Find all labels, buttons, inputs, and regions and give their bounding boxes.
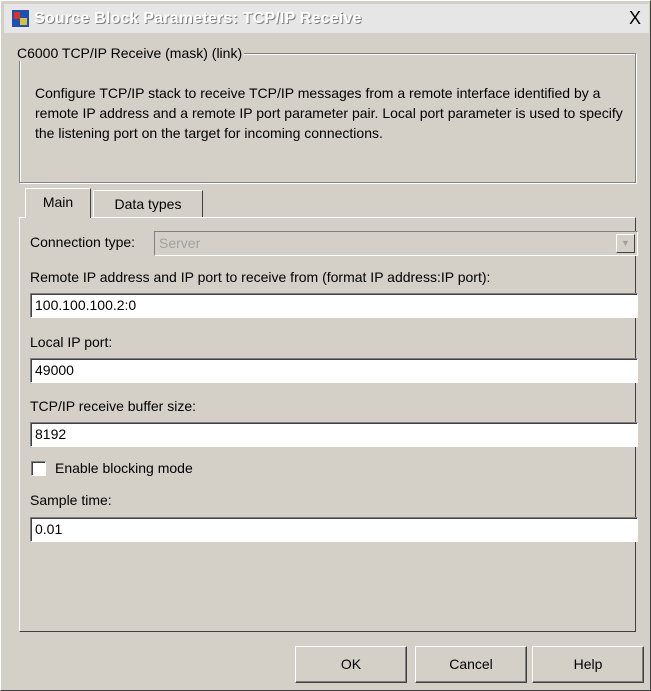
buffer-size-field[interactable]: 8192 [30,422,638,447]
window-title: Source Block Parameters: TCP/IP Receive [34,9,362,27]
connection-type-select[interactable]: Server ▼ [154,231,638,256]
tab-data-types[interactable]: Data types [93,190,203,218]
chevron-down-icon[interactable]: ▼ [616,234,635,253]
title-bar[interactable]: Source Block Parameters: TCP/IP Receive … [4,4,649,33]
description-text: Configure TCP/IP stack to receive TCP/IP… [35,85,623,141]
local-port-field[interactable]: 49000 [30,358,638,383]
blocking-mode-label: Enable blocking mode [55,460,193,476]
sample-time-label: Sample time: [30,492,112,508]
remote-address-field[interactable]: 100.100.100.2:0 [30,293,638,318]
ok-button[interactable]: OK [295,646,407,683]
buffer-size-label: TCP/IP receive buffer size: [30,398,196,414]
close-button[interactable]: X [625,9,645,27]
connection-type-label: Connection type: [30,234,136,250]
tab-main[interactable]: Main [25,188,91,218]
help-button[interactable]: Help [532,646,644,683]
dialog-window: Source Block Parameters: TCP/IP Receive … [0,0,651,691]
connection-type-value: Server [159,235,201,251]
sample-time-field[interactable]: 0.01 [30,517,638,542]
blocking-mode-checkbox[interactable] [31,461,46,476]
local-port-label: Local IP port: [30,334,113,350]
cancel-button[interactable]: Cancel [415,646,527,683]
remote-address-label: Remote IP address and IP port to receive… [30,269,491,285]
simulink-block-icon [12,10,29,27]
description-legend: C6000 TCP/IP Receive (mask) (link) [15,45,245,61]
